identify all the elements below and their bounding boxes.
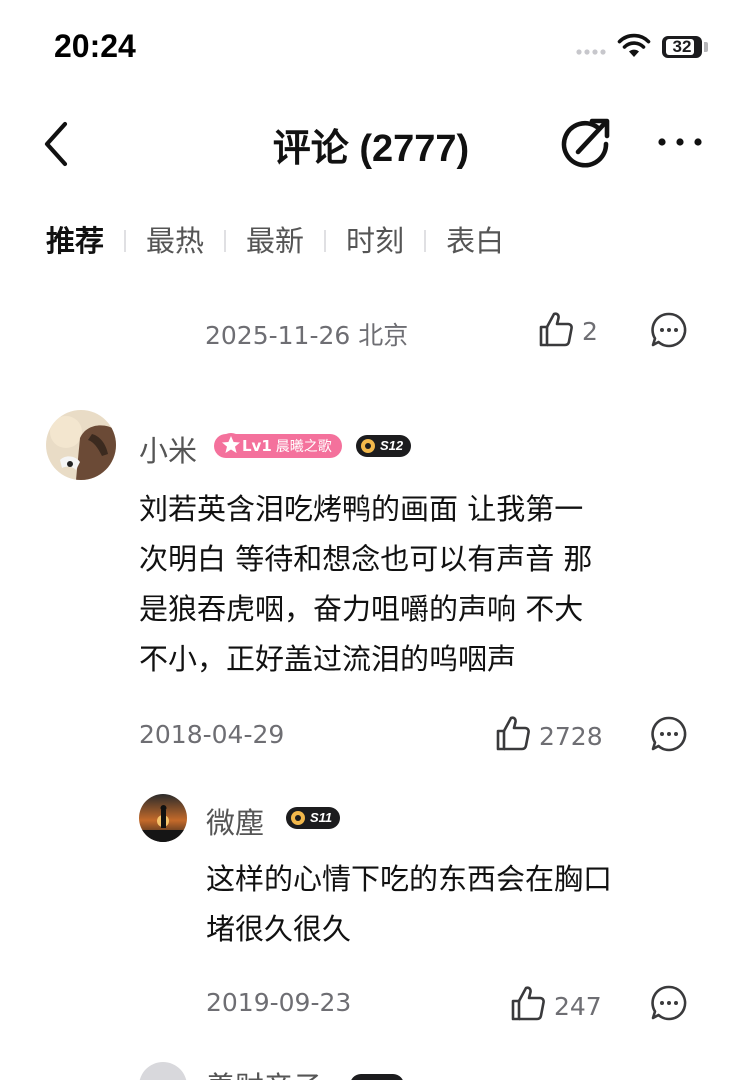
- tab-divider: [424, 230, 427, 252]
- reply-reply-button[interactable]: [650, 984, 688, 1022]
- battery-icon: 32: [662, 36, 702, 58]
- season-icon: [291, 811, 305, 825]
- reply-button[interactable]: [650, 715, 688, 753]
- comment-bubble-icon: [651, 312, 687, 348]
- sort-tabs: 推荐 最热 最新 时刻 表白: [46, 220, 504, 262]
- prev-like-count: 2: [582, 317, 598, 346]
- like-button[interactable]: 2728: [495, 714, 605, 756]
- tab-divider: [124, 230, 127, 252]
- season-badge-text: S12: [380, 438, 404, 453]
- comment-line: 是狼吞虎咽，奋力咀嚼的声响 不大: [139, 592, 584, 626]
- tab-recommended[interactable]: 推荐: [46, 220, 104, 262]
- reply-date: 2019-09-23: [206, 988, 352, 1017]
- reply-text[interactable]: 这样的心情下吃的东西会在胸口 堵很久很久: [206, 854, 612, 954]
- signal-icon: [576, 49, 606, 55]
- reply-line: 这样的心情下吃的东西会在胸口: [206, 862, 613, 896]
- share-icon: [561, 118, 610, 168]
- battery-percent: 32: [672, 37, 692, 56]
- wifi-icon: [617, 33, 651, 57]
- next-reply-avatar[interactable]: [139, 1062, 187, 1080]
- reply-username[interactable]: 微塵: [206, 800, 264, 842]
- page-title: 评论 (2777): [272, 128, 470, 170]
- avatar-image: [46, 410, 116, 480]
- tab-divider: [224, 230, 227, 252]
- tab-moments[interactable]: 时刻: [346, 220, 404, 262]
- prev-reply-button[interactable]: [650, 311, 688, 349]
- username[interactable]: 小米: [139, 428, 197, 470]
- battery-tip: [704, 42, 708, 52]
- reply-line: 堵很久很久: [206, 912, 352, 946]
- thumbs-up-icon: [496, 716, 530, 751]
- more-icon: [658, 138, 702, 146]
- season-badge: S11: [286, 807, 341, 829]
- season-badge-text: S11: [310, 810, 333, 825]
- tab-divider: [324, 230, 327, 252]
- comments-page: 20:24 32 评论 (2777) 推荐 最热 最新 时刻 表白 2025-1…: [0, 0, 742, 1080]
- prev-comment-meta: 2025-11-26 北京: [205, 321, 409, 350]
- comment-line: 刘若英含泪吃烤鸭的画面 让我第一: [139, 492, 584, 526]
- thumbs-up-icon: [539, 312, 573, 347]
- comment-line: 不小，正好盖过流泪的呜咽声: [139, 642, 517, 676]
- like-count: 2728: [539, 722, 603, 751]
- tab-confession[interactable]: 表白: [446, 220, 504, 262]
- reply-like-button[interactable]: 247: [510, 984, 606, 1026]
- reply-avatar[interactable]: [139, 794, 187, 842]
- comment-bubble-icon: [651, 985, 687, 1021]
- season-badge: [350, 1074, 404, 1080]
- status-bar: 20:24 32: [0, 0, 742, 96]
- comment-line: 次明白 等待和想念也可以有声音 那: [139, 542, 593, 576]
- level-title: 晨曦之歌: [275, 439, 332, 455]
- tab-hottest[interactable]: 最热: [146, 220, 204, 262]
- level-badge: Lv1 晨曦之歌: [214, 433, 342, 458]
- comment-text[interactable]: 刘若英含泪吃烤鸭的画面 让我第一 次明白 等待和想念也可以有声音 那 是狼吞虎咽…: [139, 484, 592, 684]
- avatar[interactable]: [46, 410, 116, 480]
- more-button[interactable]: [654, 124, 706, 160]
- reply-like-count: 247: [554, 992, 602, 1021]
- comment-bubble-icon: [651, 716, 687, 752]
- prev-like-button[interactable]: 2: [538, 310, 602, 350]
- share-button[interactable]: [556, 112, 616, 172]
- avatar-image: [139, 794, 187, 842]
- comment-date: 2018-04-29: [139, 720, 285, 749]
- thumbs-up-icon: [511, 986, 545, 1021]
- next-reply-username[interactable]: 羡财帝子: [206, 1064, 322, 1080]
- level-text: Lv1: [242, 437, 272, 455]
- flower-icon: [219, 433, 243, 457]
- season-icon: [361, 439, 375, 453]
- season-badge: S12: [356, 435, 412, 457]
- status-time: 20:24: [54, 28, 136, 64]
- tab-newest[interactable]: 最新: [246, 220, 304, 262]
